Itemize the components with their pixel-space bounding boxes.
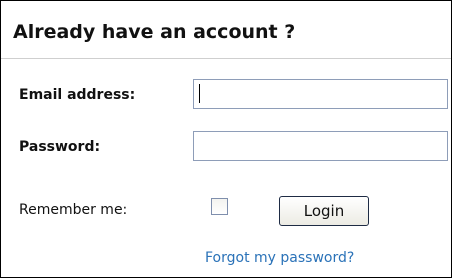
forgot-password-link[interactable]: Forgot my password? xyxy=(205,250,354,266)
login-button[interactable]: Login xyxy=(279,196,369,226)
email-label: Email address: xyxy=(19,87,136,103)
remember-me-label: Remember me: xyxy=(19,202,128,218)
password-field[interactable] xyxy=(193,131,448,161)
password-label: Password: xyxy=(19,139,101,155)
login-title: Already have an account ? xyxy=(13,21,296,43)
text-cursor xyxy=(199,84,200,103)
remember-me-checkbox[interactable] xyxy=(211,198,228,215)
email-field[interactable] xyxy=(193,79,448,109)
title-divider xyxy=(1,58,451,59)
login-panel: Already have an account ? Email address:… xyxy=(0,0,452,278)
